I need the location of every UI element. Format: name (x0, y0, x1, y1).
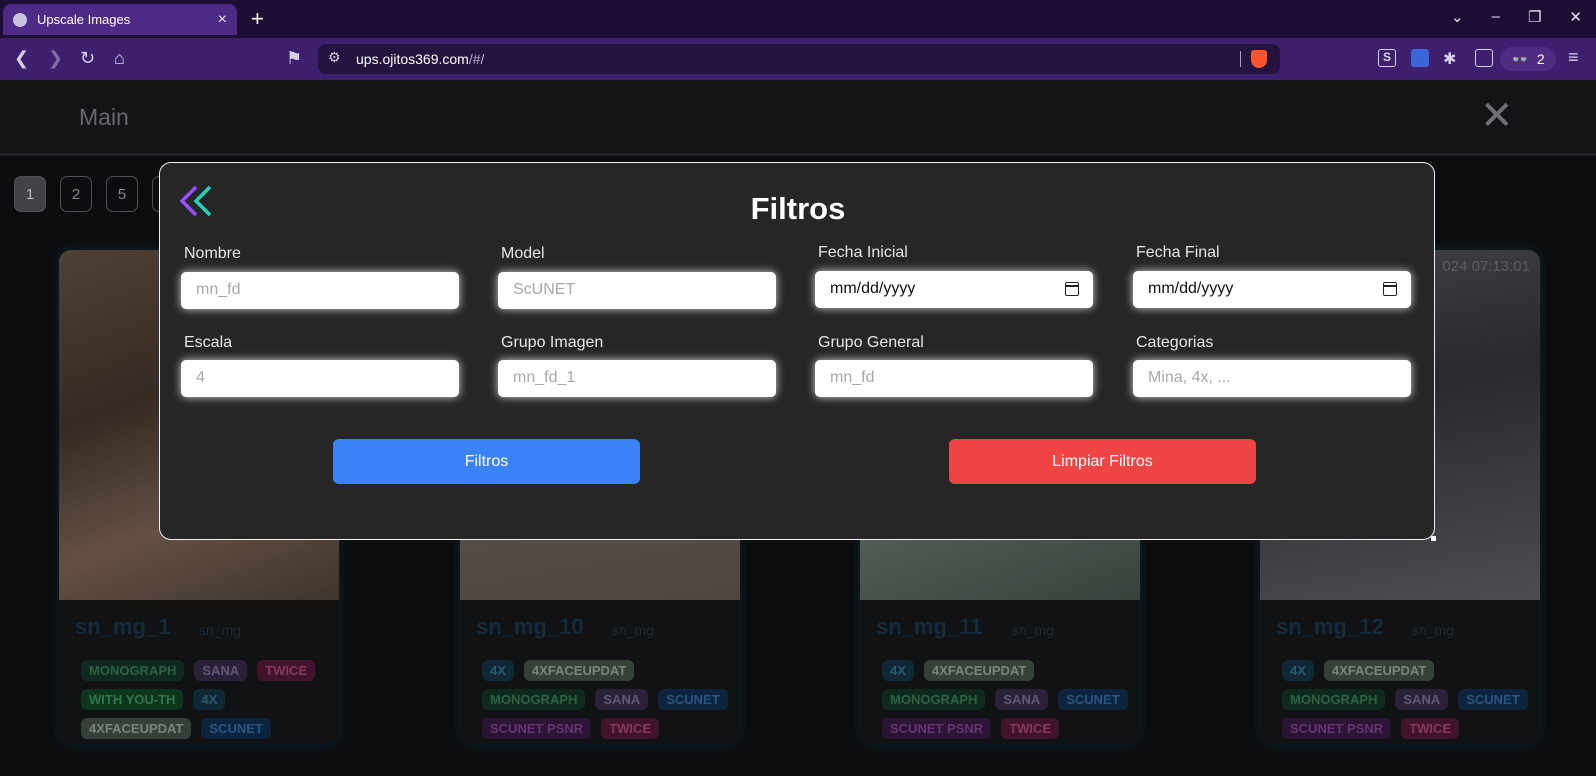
fecha-final-label: Fecha Final (1136, 244, 1220, 261)
calendar-icon[interactable] (1383, 282, 1397, 296)
fecha-inicial-input[interactable]: mm/dd/yyyy (815, 271, 1093, 308)
categorias-label: Categorias (1136, 334, 1214, 351)
browser-toolbar: ❮ ❯ ↻ ⌂ ⚑ ⚙ ups.ojitos369.com/#/ S ✱ 👓 2… (0, 38, 1596, 80)
address-bar[interactable]: ⚙ ups.ojitos369.com/#/ (318, 44, 1280, 74)
resize-handle[interactable] (1431, 536, 1436, 541)
grupo-imagen-label: Grupo Imagen (501, 334, 604, 351)
url-text: ups.ojitos369.com/#/ (356, 51, 485, 67)
grupo-general-input[interactable]: mn_fd (815, 360, 1093, 397)
grupo-imagen-input[interactable]: mn_fd_1 (498, 360, 776, 397)
apply-filters-button[interactable]: Filtros (333, 439, 640, 484)
escala-input[interactable]: 4 (181, 360, 459, 397)
browser-tab-bar: Upscale Images × + ⌄ – ❐ ✕ (0, 0, 1596, 38)
categorias-input[interactable]: Mina, 4x, ... (1133, 360, 1411, 397)
nombre-label: Nombre (184, 245, 241, 262)
nombre-input[interactable]: mn_fd (181, 272, 459, 309)
modal-title: Filtros (750, 191, 846, 226)
vpn-count: 2 (1536, 51, 1545, 67)
brave-shield-icon[interactable] (1251, 50, 1267, 68)
tab-list-chevron-icon[interactable]: ⌄ (1451, 8, 1464, 26)
site-settings-icon[interactable]: ⚙ (328, 49, 341, 66)
globe-icon (13, 12, 27, 27)
window-controls: ⌄ – ❐ ✕ (1451, 8, 1582, 26)
model-input[interactable]: ScUNET (498, 272, 776, 309)
filters-modal: Filtros Nombre mn_fd Model ScUNET Fecha … (159, 162, 1436, 541)
escala-label: Escala (184, 334, 233, 351)
calendar-icon[interactable] (1065, 282, 1079, 296)
menu-icon[interactable]: ≡ (1568, 47, 1579, 68)
extension-bitwarden-icon[interactable] (1411, 49, 1429, 67)
fecha-inicial-label: Fecha Inicial (818, 244, 908, 261)
tab-title: Upscale Images (37, 12, 131, 27)
home-icon[interactable]: ⌂ (114, 48, 125, 69)
glasses-icon: 👓 (1511, 50, 1529, 67)
extension-s-icon[interactable]: S (1378, 49, 1396, 67)
model-label: Model (501, 245, 545, 262)
fecha-inicial-value: mm/dd/yyyy (830, 280, 916, 297)
window-close-icon[interactable]: ✕ (1569, 8, 1582, 26)
url-separator (1240, 51, 1241, 67)
forward-arrow-icon[interactable]: ❯ (48, 48, 63, 69)
reload-icon[interactable]: ↻ (80, 48, 95, 69)
extensions-puzzle-icon[interactable]: ✱ (1443, 49, 1461, 68)
fecha-final-value: mm/dd/yyyy (1148, 280, 1234, 297)
vpn-button[interactable]: 👓 2 (1500, 47, 1556, 71)
back-arrow-icon[interactable]: ❮ (14, 48, 29, 69)
new-tab-button[interactable]: + (251, 6, 264, 32)
clear-filters-button[interactable]: Limpiar Filtros (949, 439, 1256, 484)
close-tab-icon[interactable]: × (218, 11, 227, 29)
sidebar-icon[interactable] (1475, 49, 1493, 67)
grupo-general-label: Grupo General (818, 334, 924, 351)
bookmark-icon[interactable]: ⚑ (286, 48, 302, 69)
fecha-final-input[interactable]: mm/dd/yyyy (1133, 271, 1411, 308)
browser-tab[interactable]: Upscale Images × (3, 4, 237, 35)
restore-icon[interactable]: ❐ (1528, 8, 1541, 26)
minimize-icon[interactable]: – (1492, 8, 1500, 26)
